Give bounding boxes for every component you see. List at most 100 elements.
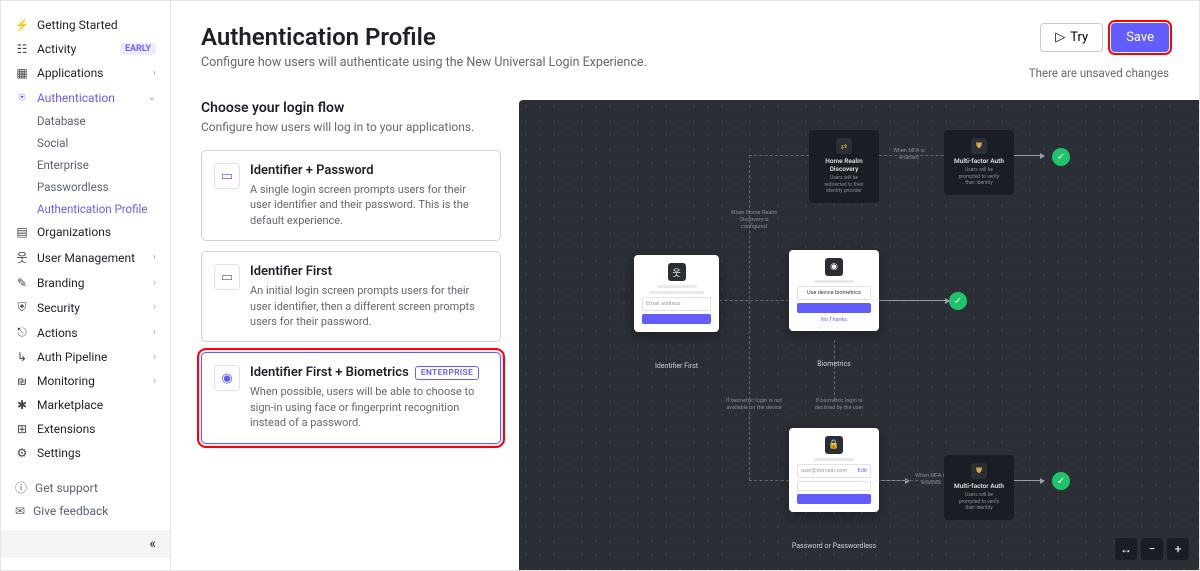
shield-icon: ⛊ — [971, 463, 987, 479]
card-mfa-bottom: ⛊ Multi-factor Auth Users will be prompt… — [944, 455, 1014, 520]
early-badge: EARLY — [120, 43, 156, 55]
option-desc: A single login screen prompts users for … — [250, 182, 488, 228]
note-bio-na: If biometric login is not available on t… — [724, 398, 784, 412]
chevron-right-icon: › — [153, 352, 156, 363]
nav-monitoring[interactable]: ₪Monitoring› — [1, 369, 170, 393]
option-identifier-first[interactable]: ▭ Identifier First An initial login scre… — [201, 251, 501, 342]
zoom-in-button[interactable]: + — [1167, 538, 1189, 560]
chevron-right-icon: › — [153, 376, 156, 387]
nav-marketplace[interactable]: ✱Marketplace — [1, 393, 170, 417]
sidebar: ⚡Getting Started ☷ActivityEARLY ▦Applica… — [1, 1, 171, 570]
fingerprint-icon: ◉ — [214, 365, 240, 391]
extensions-icon: ⊞ — [15, 422, 29, 436]
email-input: Email address — [642, 297, 711, 311]
flow-preview[interactable]: ⇄ Home Realm Discovery Users will be red… — [519, 100, 1199, 570]
monitoring-icon: ₪ — [15, 374, 29, 388]
nav-user-management[interactable]: 웃User Management› — [1, 244, 170, 271]
option-identifier-password[interactable]: ▭ Identifier + Password A single login s… — [201, 150, 501, 241]
card-password: 🔒 user@domain.comEdit — [789, 428, 879, 512]
continue-button — [642, 314, 711, 324]
option-title: Identifier First — [250, 264, 488, 279]
label-password: Password or Passwordless — [779, 542, 889, 550]
sidebar-collapse[interactable]: « — [1, 530, 170, 558]
option-identifier-biometrics[interactable]: ◉ Identifier First + BiometricsENTERPRIS… — [201, 352, 501, 443]
chevron-right-icon: › — [153, 327, 156, 338]
nav-activity[interactable]: ☷ActivityEARLY — [1, 37, 170, 61]
lock-icon: 🔒 — [825, 436, 843, 454]
subnav-enterprise[interactable]: Enterprise — [37, 154, 170, 176]
bolt-icon: ⚡ — [15, 18, 29, 32]
flow-desc: Configure how users will log in to your … — [201, 120, 501, 134]
chevron-down-icon: ⌄ — [148, 92, 156, 103]
check-icon: ✓ — [1052, 148, 1070, 166]
share-icon: ⇄ — [836, 138, 852, 154]
check-icon: ✓ — [949, 292, 967, 310]
option-title: Identifier + Password — [250, 163, 488, 178]
apps-icon: ▦ — [15, 66, 29, 80]
note-bio-declined: If biometric login is declined by the us… — [809, 398, 869, 412]
unsaved-changes-notice: There are unsaved changes — [1029, 66, 1169, 80]
save-button[interactable]: Save — [1111, 23, 1169, 52]
users-icon: 웃 — [15, 249, 29, 266]
enterprise-badge: ENTERPRISE — [415, 366, 479, 380]
fit-button[interactable]: ↔ — [1115, 538, 1137, 560]
chevron-right-icon: › — [153, 252, 156, 263]
page-header: Authentication Profile Configure how use… — [171, 1, 1199, 90]
org-icon: ▤ — [15, 225, 29, 239]
note-mfa-condition: When MFA is enabled — [889, 148, 929, 162]
user-icon: 웃 — [668, 263, 686, 281]
subnav-database[interactable]: Database — [37, 110, 170, 132]
zoom-out-button[interactable]: − — [1141, 538, 1163, 560]
nav-authentication[interactable]: ⍟Authentication⌄ — [1, 85, 170, 110]
subnav-auth-profile[interactable]: Authentication Profile — [37, 198, 170, 220]
brush-icon: ✎ — [15, 276, 29, 290]
chevron-right-icon: › — [153, 302, 156, 313]
edit-link: Edit — [858, 468, 867, 474]
gear-icon: ⚙ — [15, 446, 29, 460]
page-title: Authentication Profile — [201, 23, 647, 51]
help-icon: ⓘ — [15, 479, 27, 496]
shield-icon: ⛊ — [971, 138, 987, 154]
marketplace-icon: ✱ — [15, 398, 29, 412]
activity-icon: ☷ — [15, 42, 29, 56]
card-home-realm-discovery: ⇄ Home Realm Discovery Users will be red… — [809, 130, 879, 203]
subnav-passwordless[interactable]: Passwordless — [37, 176, 170, 198]
get-support-link[interactable]: ⓘGet support — [15, 475, 156, 500]
fingerprint-icon: ◉ — [825, 258, 843, 276]
label-biometrics: Biometrics — [789, 360, 879, 368]
note-hrd-condition: When Home Realm Discovery is configured — [729, 210, 779, 231]
form-icon: ▭ — [214, 264, 240, 290]
label-identifier-first: Identifier First — [634, 362, 719, 370]
nav-actions[interactable]: ⎋Actions› — [1, 320, 170, 345]
try-button[interactable]: ▷Try — [1040, 23, 1103, 52]
nav-applications[interactable]: ▦Applications› — [1, 61, 170, 85]
subnav-social[interactable]: Social — [37, 132, 170, 154]
flow-selector: Choose your login flow Configure how use… — [201, 100, 501, 570]
flow-heading: Choose your login flow — [201, 100, 501, 116]
chevron-right-icon: › — [153, 68, 156, 79]
nav-branding[interactable]: ✎Branding› — [1, 271, 170, 295]
card-identifier-first: 웃 Email address — [634, 255, 719, 332]
form-icon: ▭ — [214, 163, 240, 189]
chevron-right-icon: › — [153, 278, 156, 289]
nav-getting-started[interactable]: ⚡Getting Started — [1, 13, 170, 37]
option-title: Identifier First + BiometricsENTERPRISE — [250, 365, 488, 380]
give-feedback-link[interactable]: ✉Give feedback — [15, 500, 156, 522]
pipeline-icon: ↳ — [15, 350, 29, 364]
nav-organizations[interactable]: ▤Organizations — [1, 220, 170, 244]
shield-icon: ⛨ — [15, 300, 29, 315]
nav-auth-pipeline[interactable]: ↳Auth Pipeline› — [1, 345, 170, 369]
auth-icon: ⍟ — [15, 90, 29, 105]
sidebar-footer: ⓘGet support ✉Give feedback — [1, 467, 170, 530]
option-desc: An initial login screen prompts users fo… — [250, 283, 488, 329]
biometrics-cta: Use device biometrics — [797, 286, 871, 300]
auth-subnav: Database Social Enterprise Passwordless … — [1, 110, 170, 220]
preview-controls: ↔ − + — [1115, 538, 1189, 560]
nav-settings[interactable]: ⚙Settings — [1, 441, 170, 465]
nav-security[interactable]: ⛨Security› — [1, 295, 170, 320]
nav-extensions[interactable]: ⊞Extensions — [1, 417, 170, 441]
feedback-icon: ✉ — [15, 504, 25, 518]
collapse-icon: « — [149, 536, 156, 552]
option-desc: When possible, users will be able to cho… — [250, 384, 488, 430]
no-thanks-link: No Thanks — [797, 317, 871, 323]
